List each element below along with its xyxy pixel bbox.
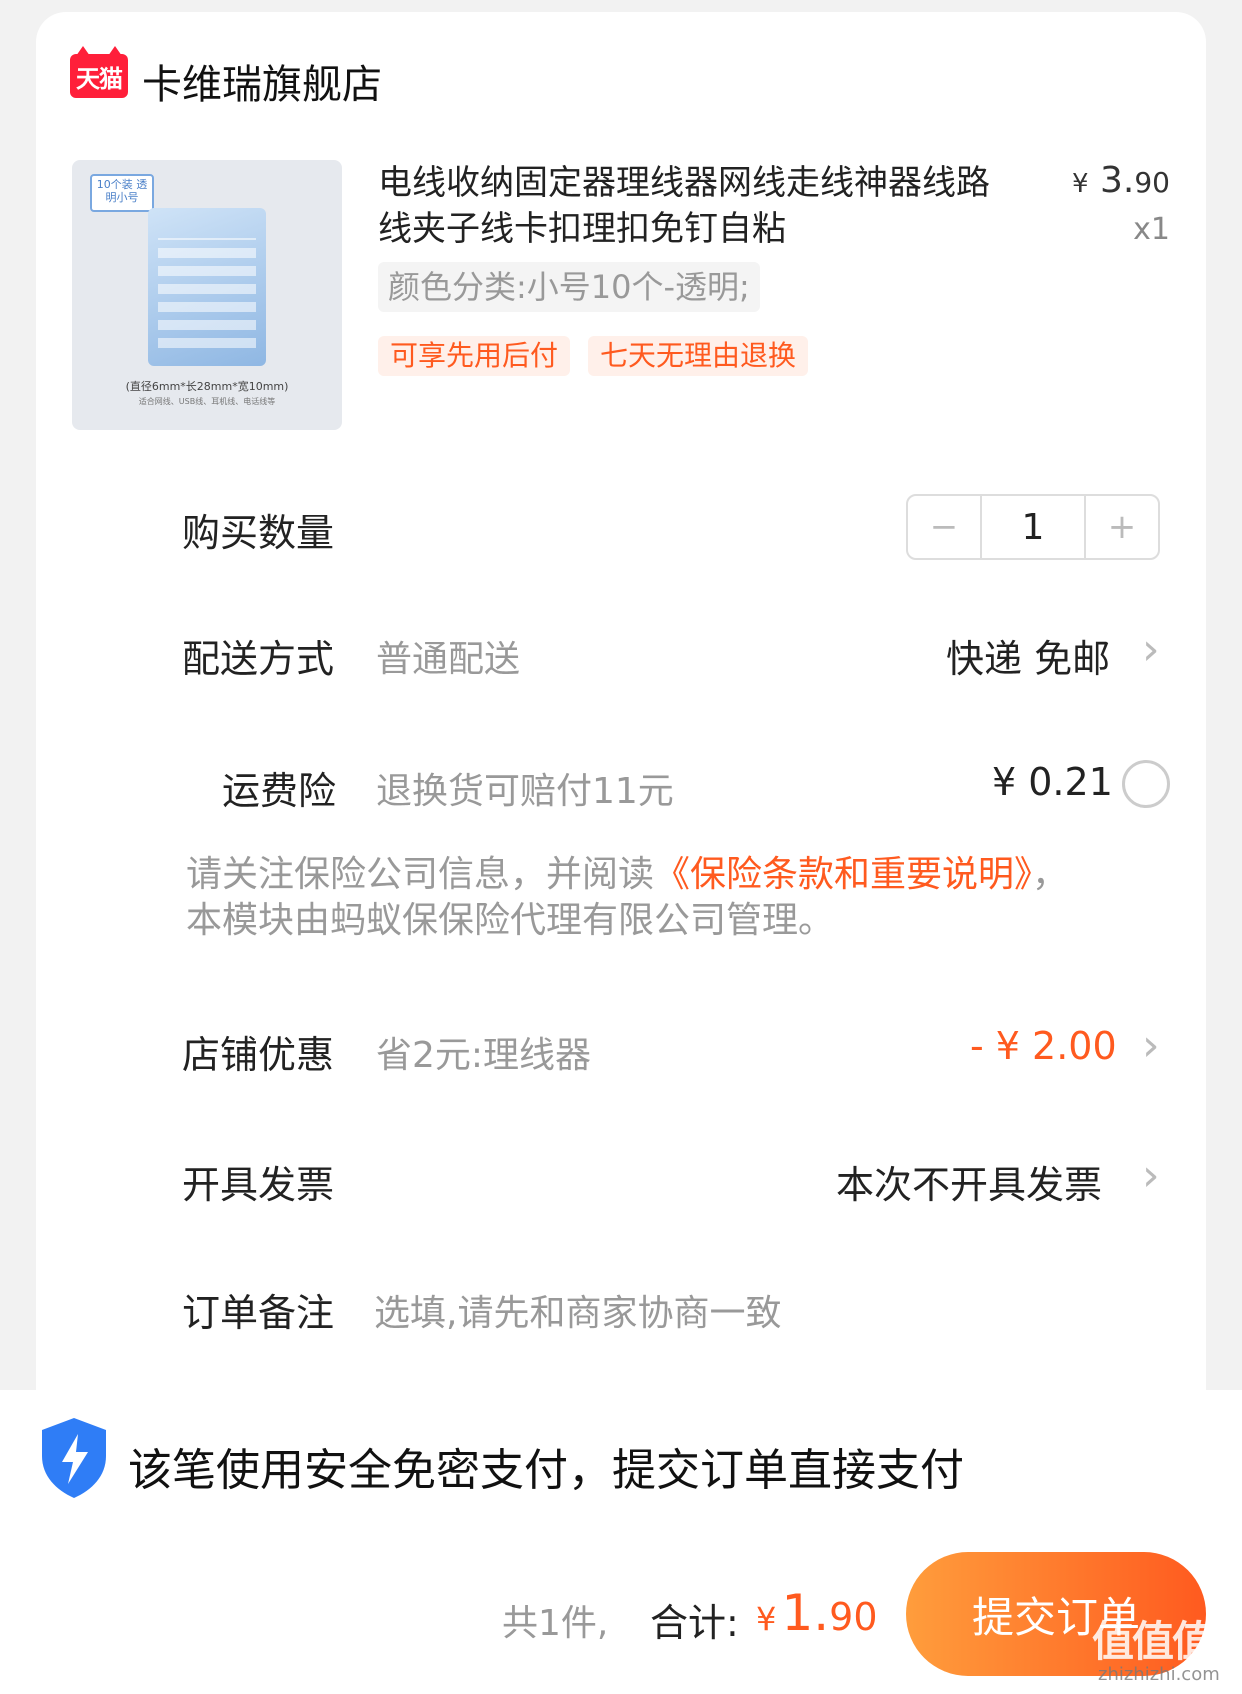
insurance-terms-link[interactable]: 《保险条款和重要说明》 bbox=[654, 854, 1032, 895]
item-count: 共1件, bbox=[502, 1603, 609, 1644]
tmall-logo-icon: 天猫 bbox=[70, 46, 128, 98]
insurance-desc: 退换货可赔付11元 bbox=[376, 771, 674, 812]
secure-payment-text: 该笔使用安全免密支付，提交订单直接支付 bbox=[128, 1445, 964, 1496]
insurance-notice: 请关注保险公司信息，并阅读《保险条款和重要说明》，本模块由蚂蚁保保险代理有限公司… bbox=[186, 854, 1069, 941]
watermark: 值值值 bbox=[1092, 1617, 1214, 1666]
product-image-tag: 10个装 透明小号 bbox=[90, 174, 154, 212]
discount-desc: 省2元:理线器 bbox=[376, 1035, 592, 1076]
invoice-value[interactable]: 本次不开具发票 bbox=[836, 1154, 1102, 1209]
discount-value[interactable]: - ¥ 2.00 bbox=[970, 1024, 1117, 1068]
sku-spec: 颜色分类:小号10个-透明; bbox=[378, 262, 760, 312]
insurance-label: 运费险 bbox=[222, 769, 337, 813]
quantity-value[interactable]: 1 bbox=[980, 496, 1086, 558]
remark-input[interactable]: 选填,请先和商家协商一致 bbox=[374, 1284, 781, 1336]
plus-icon[interactable]: + bbox=[1086, 496, 1158, 558]
delivery-label: 配送方式 bbox=[182, 637, 335, 681]
radio-icon[interactable] bbox=[1122, 760, 1170, 808]
product-image-caption: (直径6mm*长28mm*宽10mm) bbox=[125, 380, 289, 393]
total-price: ¥ 1.90 bbox=[756, 1584, 878, 1642]
badge-pay-later: 可享先用后付 bbox=[378, 336, 571, 376]
shop-name[interactable]: 卡维瑞旗舰店 bbox=[142, 52, 382, 110]
remark-label: 订单备注 bbox=[182, 1291, 335, 1335]
chevron-right-icon[interactable]: › bbox=[1142, 1020, 1160, 1071]
product-image[interactable]: 10个装 透明小号 (直径6mm*长28mm*宽10mm) 适合网线、USB线、… bbox=[72, 160, 342, 430]
total-label: 合计: bbox=[650, 1601, 739, 1645]
minus-icon[interactable]: − bbox=[908, 496, 980, 558]
watermark-url: zhizhizhi.com bbox=[1098, 1664, 1220, 1685]
badge-seven-day-return: 七天无理由退换 bbox=[588, 336, 809, 376]
product-price: ¥ 3.90 bbox=[1072, 160, 1170, 201]
quantity-stepper[interactable]: − 1 + bbox=[906, 494, 1160, 560]
product-package-graphic bbox=[148, 208, 266, 366]
chevron-right-icon[interactable]: › bbox=[1142, 1150, 1160, 1201]
delivery-method: 普通配送 bbox=[376, 639, 521, 680]
chevron-right-icon[interactable]: › bbox=[1142, 624, 1160, 675]
insurance-price: ¥ 0.21 bbox=[992, 760, 1113, 804]
product-title[interactable]: 电线收纳固定器理线器网线走线神器线路线夹子线卡扣理扣免钉自粘 bbox=[378, 160, 1018, 252]
product-image-subcaption: 适合网线、USB线、耳机线、电话线等 bbox=[138, 397, 276, 406]
product-quantity: x1 bbox=[1133, 212, 1170, 247]
delivery-value[interactable]: 快递 免邮 bbox=[946, 628, 1110, 683]
discount-label: 店铺优惠 bbox=[182, 1033, 335, 1077]
invoice-label: 开具发票 bbox=[182, 1163, 335, 1207]
quantity-label: 购买数量 bbox=[182, 511, 335, 555]
shield-lightning-icon bbox=[42, 1418, 106, 1498]
